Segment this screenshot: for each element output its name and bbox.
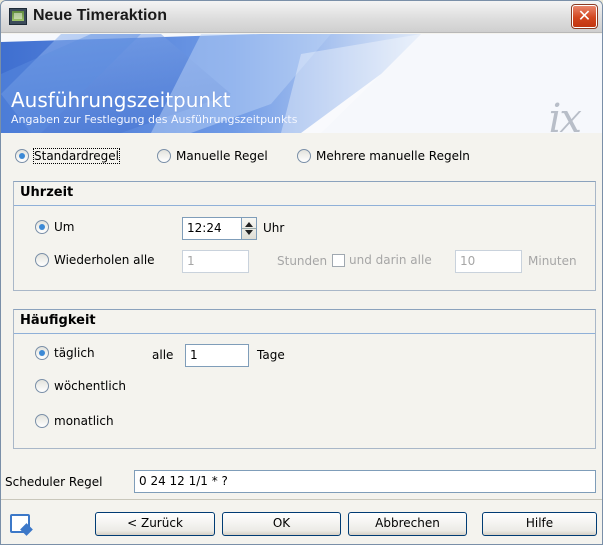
- banner-subtitle: Angaben zur Festlegung des Ausführungsze…: [11, 113, 298, 126]
- monthly-label: monatlich: [54, 414, 114, 428]
- weekly-label: wöchentlich: [54, 379, 126, 393]
- window-title: Neue Timeraktion: [33, 7, 167, 24]
- repeat-hours-input[interactable]: 1: [182, 250, 249, 273]
- um-option[interactable]: Um: [35, 220, 74, 234]
- scheduler-rule-label: Scheduler Regel: [5, 475, 103, 489]
- darin-option[interactable]: und darin alle: [332, 253, 432, 267]
- mode-standard-option[interactable]: Standardregel: [15, 148, 120, 164]
- radio-standard[interactable]: [15, 149, 29, 163]
- time-spinner[interactable]: [241, 217, 257, 240]
- uhrzeit-heading: Uhrzeit: [14, 182, 595, 206]
- mode-manual-label: Manuelle Regel: [176, 149, 268, 163]
- spin-up-icon[interactable]: [245, 222, 253, 227]
- mode-multiple-label: Mehrere manuelle Regeln: [316, 149, 470, 163]
- weekly-option[interactable]: wöchentlich: [35, 379, 126, 393]
- back-button[interactable]: < Zurück: [95, 512, 215, 536]
- mode-manual-option[interactable]: Manuelle Regel: [157, 149, 268, 163]
- uhr-label: Uhr: [263, 221, 285, 235]
- days-input[interactable]: 1: [185, 344, 249, 367]
- timer-action-dialog: Neue Timeraktion ✕ Ausführungszeitpunkt …: [0, 0, 603, 545]
- radio-monthly[interactable]: [35, 414, 49, 428]
- um-label: Um: [54, 220, 75, 234]
- ix-logo: ix: [548, 96, 582, 133]
- radio-multiple[interactable]: [297, 149, 311, 163]
- spin-down-icon[interactable]: [245, 230, 253, 235]
- close-button[interactable]: ✕: [571, 4, 598, 29]
- repeat-option[interactable]: Wiederholen alle: [35, 253, 155, 267]
- help-button[interactable]: Hilfe: [482, 512, 597, 536]
- ok-button[interactable]: OK: [222, 512, 341, 536]
- close-icon: ✕: [577, 6, 592, 25]
- radio-daily[interactable]: [35, 346, 49, 360]
- button-bar: < Zurück OK Abbrechen Hilfe: [1, 499, 602, 544]
- mode-multiple-option[interactable]: Mehrere manuelle Regeln: [297, 149, 470, 163]
- haeufigkeit-heading: Häufigkeit: [14, 310, 595, 334]
- header-banner: Ausführungszeitpunkt Angaben zur Festleg…: [1, 34, 602, 133]
- minuten-label: Minuten: [528, 254, 577, 268]
- banner-title: Ausführungszeitpunkt: [11, 88, 231, 112]
- radio-um[interactable]: [35, 220, 49, 234]
- title-bar[interactable]: Neue Timeraktion ✕: [1, 1, 602, 33]
- radio-manual[interactable]: [157, 149, 171, 163]
- mode-standard-label: Standardregel: [33, 148, 120, 164]
- darin-checkbox[interactable]: [332, 253, 345, 267]
- tage-label: Tage: [257, 348, 285, 362]
- scheduler-rule-input[interactable]: 0 24 12 1/1 * ?: [134, 470, 596, 493]
- stunden-label: Stunden: [277, 254, 328, 268]
- monthly-option[interactable]: monatlich: [35, 414, 114, 428]
- darin-label: und darin alle: [349, 253, 432, 267]
- repeat-label: Wiederholen alle: [54, 253, 155, 267]
- help-icon[interactable]: [10, 514, 30, 533]
- uhrzeit-group: Uhrzeit: [13, 181, 596, 291]
- cancel-button[interactable]: Abbrechen: [348, 512, 467, 536]
- minutes-input[interactable]: 10: [455, 250, 522, 273]
- radio-weekly[interactable]: [35, 379, 49, 393]
- alle-label: alle: [152, 348, 174, 362]
- timer-app-icon: [9, 8, 27, 25]
- radio-repeat[interactable]: [35, 253, 49, 267]
- daily-option[interactable]: täglich: [35, 346, 95, 360]
- daily-label: täglich: [54, 346, 95, 360]
